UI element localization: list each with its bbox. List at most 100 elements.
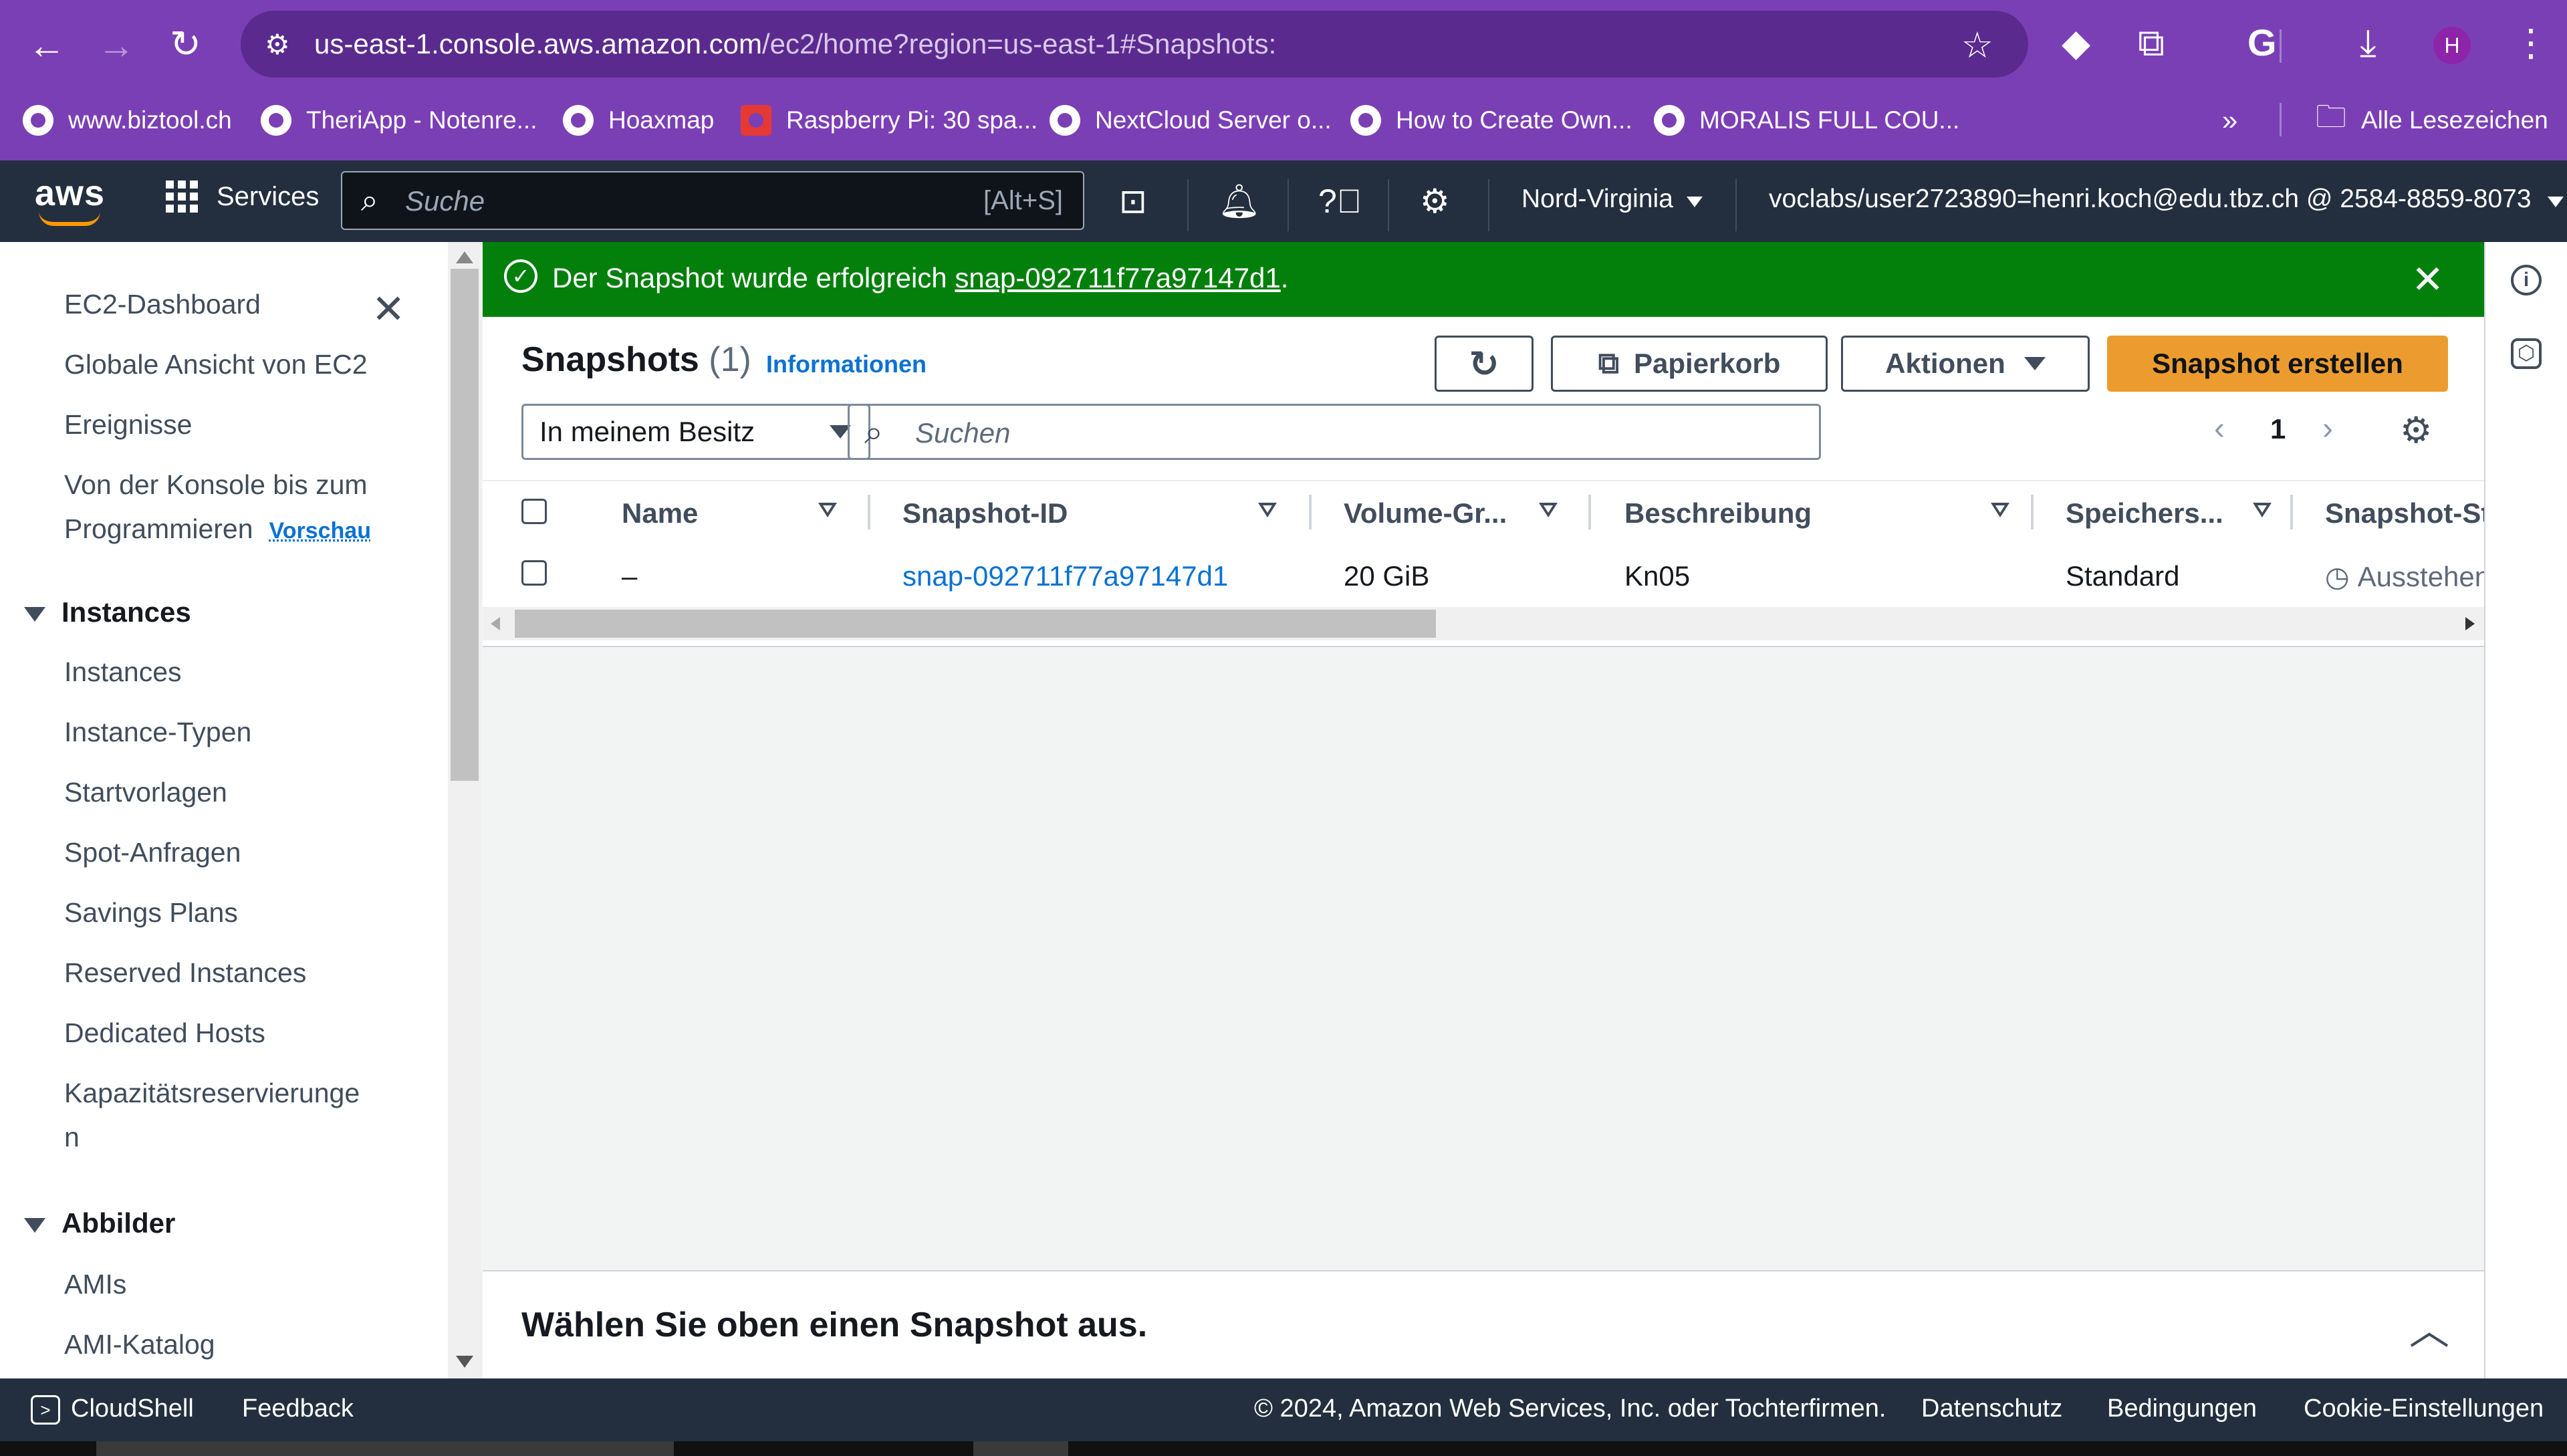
column-header-snapshot-id[interactable]: Snapshot-ID: [902, 497, 1068, 529]
bookmark-item[interactable]: Hoaxmap: [563, 102, 714, 139]
bookmark-item[interactable]: NextCloud Server o...: [1050, 102, 1332, 139]
sidebar-item-dedicated-hosts[interactable]: Dedicated Hosts: [64, 1017, 265, 1049]
sidebar-item-ec2-dashboard[interactable]: EC2-Dashboard: [64, 289, 261, 320]
column-resizer[interactable]: [2290, 495, 2293, 529]
terms-link[interactable]: Bedingungen: [2107, 1394, 2257, 1423]
table-horizontal-scrollbar[interactable]: [483, 607, 2484, 640]
sidebar-item-global-view[interactable]: Globale Ansicht von EC2: [64, 349, 368, 380]
cell-snapshot-id-link[interactable]: snap-092711f77a97147d1: [902, 560, 1228, 592]
address-bar[interactable]: ⚙ us-east-1.console.aws.amazon.com/ec2/h…: [241, 11, 2028, 78]
sort-icon[interactable]: [2253, 503, 2272, 517]
profile-avatar[interactable]: H: [2433, 27, 2471, 64]
more-bookmarks-icon[interactable]: »: [2222, 102, 2237, 139]
horizontal-scrollbar-thumb[interactable]: [515, 610, 1436, 638]
site-settings-icon[interactable]: ⚙: [265, 28, 290, 61]
sidebar-section-images[interactable]: Abbilder: [24, 1207, 175, 1239]
sidebar-item-reserved-instances[interactable]: Reserved Instances: [64, 957, 306, 989]
column-header-name[interactable]: Name: [622, 497, 698, 529]
snapshot-search-input[interactable]: [914, 415, 1786, 451]
sidebar-item-capacity-reservations[interactable]: Kapazitätsreservierunge: [64, 1078, 360, 1109]
refresh-button[interactable]: ↻: [1435, 336, 1534, 392]
forward-icon[interactable]: →: [98, 27, 135, 64]
row-checkbox[interactable]: [521, 560, 547, 586]
cookie-settings-link[interactable]: Cookie-Einstellungen: [2304, 1394, 2544, 1423]
account-menu[interactable]: voclabs/user2723890=henri.koch@edu.tbz.c…: [1769, 185, 2564, 214]
sidebar-item-savings-plans[interactable]: Savings Plans: [64, 897, 238, 929]
column-header-volume-size[interactable]: Volume-Gr...: [1344, 497, 1507, 529]
download-icon[interactable]: ⤓: [2360, 24, 2376, 62]
scroll-up-arrow-icon[interactable]: [456, 251, 473, 263]
sidebar-item-ami-catalog[interactable]: AMI-Katalog: [64, 1329, 215, 1360]
cloudshell-footer-link[interactable]: > CloudShell: [31, 1394, 194, 1425]
sidebar-item-spot-requests[interactable]: Spot-Anfragen: [64, 837, 241, 868]
bookmark-item[interactable]: How to Create Own...: [1350, 102, 1632, 139]
aws-search-input[interactable]: [404, 183, 941, 219]
column-resizer[interactable]: [868, 495, 870, 529]
help-icon[interactable]: ?⃝: [1318, 182, 1362, 221]
cloudshell-icon[interactable]: ⊡: [1119, 182, 1147, 221]
taskbar-item[interactable]: [973, 1441, 1068, 1456]
create-snapshot-button[interactable]: Snapshot erstellen: [2107, 336, 2448, 392]
aws-search-box[interactable]: ⌕ [Alt+S]: [341, 171, 1084, 230]
feedback-link[interactable]: Feedback: [242, 1394, 354, 1423]
close-sidebar-icon[interactable]: ✕: [372, 286, 405, 333]
scroll-down-arrow-icon[interactable]: [456, 1356, 473, 1368]
recycle-bin-button[interactable]: ⧉ Papierkorb: [1551, 336, 1828, 392]
column-resizer[interactable]: [2031, 495, 2034, 529]
sidebar-item-console-to-code[interactable]: Von der Konsole bis zum: [64, 469, 368, 501]
scroll-left-arrow-icon[interactable]: [491, 617, 500, 630]
column-header-description[interactable]: Beschreibung: [1624, 497, 1812, 529]
back-icon[interactable]: ←: [28, 27, 66, 64]
sidebar-scrollbar-thumb[interactable]: [451, 269, 479, 781]
reload-icon[interactable]: ↻: [170, 25, 201, 63]
region-selector[interactable]: Nord-Virginia: [1521, 185, 1703, 214]
services-menu[interactable]: Services: [166, 180, 319, 213]
prev-page-icon[interactable]: ‹: [2214, 410, 2225, 447]
bookmark-item[interactable]: MORALIS FULL COU...: [1654, 102, 1959, 139]
column-header-storage-tier[interactable]: Speichers...: [2066, 497, 2223, 529]
notifications-bell-icon[interactable]: 🔔︎: [1218, 182, 1260, 221]
sidebar-item-events[interactable]: Ereignisse: [64, 409, 192, 441]
sort-icon[interactable]: [1991, 503, 2009, 517]
sort-icon[interactable]: [1258, 503, 1277, 517]
column-header-snapshot-status[interactable]: Snapshot-St: [2325, 497, 2490, 529]
column-resizer[interactable]: [1588, 495, 1591, 529]
info-panel-icon[interactable]: i: [2511, 265, 2542, 295]
settings-gear-icon[interactable]: ⚙: [1420, 182, 1450, 221]
dismiss-flash-icon[interactable]: ✕: [2411, 257, 2444, 302]
scroll-right-arrow-icon[interactable]: [2465, 617, 2475, 630]
flash-snapshot-link[interactable]: snap-092711f77a97147d1: [955, 262, 1280, 293]
aws-logo[interactable]: aws: [35, 172, 105, 214]
all-bookmarks[interactable]: 🗀 Alle Lesezeichen: [2316, 99, 2548, 139]
sidebar-item-instance-types[interactable]: Instance-Typen: [64, 717, 251, 748]
info-link[interactable]: Informationen: [766, 350, 927, 378]
page-number[interactable]: 1: [2270, 413, 2286, 445]
chrome-menu-icon[interactable]: ⋮: [2512, 24, 2550, 62]
sidebar-item-launch-templates[interactable]: Startvorlagen: [64, 777, 227, 808]
taskbar-item[interactable]: [96, 1441, 674, 1456]
bookmark-item[interactable]: www.biztool.ch: [23, 102, 232, 139]
next-page-icon[interactable]: ›: [2322, 410, 2333, 447]
sidebar-item-console-to-code-line2[interactable]: Programmieren Vorschau: [64, 513, 371, 545]
owner-filter-select[interactable]: In meinem Besitz: [521, 404, 870, 460]
sort-icon[interactable]: [1539, 503, 1558, 517]
bookmark-item[interactable]: TheriApp - Notenre...: [261, 102, 537, 139]
sidebar-item-amis[interactable]: AMIs: [64, 1269, 126, 1300]
snapshot-search-field[interactable]: ⌕: [848, 404, 1821, 460]
chevron-up-icon[interactable]: ︿: [2409, 1298, 2449, 1356]
sidebar-item-capacity-reservations-line2[interactable]: n: [64, 1122, 80, 1153]
google-icon[interactable]: G: [2247, 24, 2277, 62]
sidebar-section-instances[interactable]: Instances: [24, 596, 191, 628]
select-all-checkbox[interactable]: [521, 499, 547, 524]
table-settings-icon[interactable]: ⚙: [2400, 409, 2432, 451]
bookmark-star-icon[interactable]: ☆: [1961, 24, 1993, 66]
extension-icon[interactable]: ◆: [2062, 24, 2090, 62]
column-resizer[interactable]: [1309, 495, 1312, 529]
extensions-puzzle-icon[interactable]: ⧉: [2138, 24, 2165, 62]
bookmark-item[interactable]: Raspberry Pi: 30 spa...: [741, 102, 1037, 139]
table-row[interactable]: – snap-092711f77a97147d1 20 GiB Kn05 Sta…: [483, 543, 2484, 606]
actions-dropdown[interactable]: Aktionen: [1841, 336, 2090, 392]
privacy-link[interactable]: Datenschutz: [1921, 1394, 2062, 1423]
sort-icon[interactable]: [818, 503, 837, 517]
feedback-panel-icon[interactable]: ⬡: [2511, 338, 2542, 369]
